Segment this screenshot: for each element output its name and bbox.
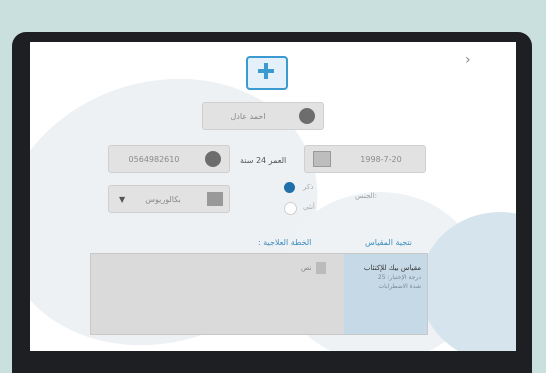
name-value: احمد عادل bbox=[230, 111, 266, 121]
gender-label: الجنس: bbox=[355, 192, 377, 200]
treatment-panel: نص مقياس بيك للإكتئاب درجة الإختبار: 25 … bbox=[90, 253, 428, 335]
medical-folder-icon bbox=[246, 56, 288, 90]
notes-placeholder: نص bbox=[301, 264, 312, 272]
user-icon bbox=[299, 108, 315, 124]
gender-radio-male[interactable] bbox=[284, 182, 295, 193]
birthdate-field[interactable]: 1998-7-20 bbox=[304, 145, 426, 173]
name-field[interactable]: احمد عادل bbox=[202, 102, 324, 130]
education-select[interactable]: بكالوريوس ▼ bbox=[108, 185, 230, 213]
calendar-icon[interactable] bbox=[313, 151, 331, 167]
book-icon bbox=[207, 192, 223, 206]
gender-radio-female[interactable] bbox=[284, 202, 297, 215]
notes-area[interactable]: نص bbox=[301, 262, 326, 274]
birthdate-value: 1998-7-20 bbox=[360, 154, 402, 164]
result-line: شدة الاضطرابات bbox=[378, 283, 421, 290]
result-panel: مقياس بيك للإكتئاب درجة الإختبار: 25 شدة… bbox=[344, 254, 427, 334]
plan-heading: الخطة العلاجية : bbox=[258, 238, 312, 247]
phone-value: 0564982610 bbox=[128, 154, 180, 164]
document-icon bbox=[315, 262, 326, 274]
result-line: مقياس بيك للإكتئاب bbox=[363, 264, 421, 272]
screen: › احمد عادل 0564982610 العمر 24 سنة 1998… bbox=[30, 42, 516, 351]
age-label: العمر 24 سنة bbox=[240, 156, 287, 165]
education-value: بكالوريوس bbox=[145, 194, 181, 204]
gender-option-female-label: أنثى bbox=[303, 203, 315, 211]
result-heading: نتجية المقياس bbox=[365, 238, 412, 247]
phone-icon bbox=[205, 151, 221, 167]
result-line: درجة الإختبار: 25 bbox=[377, 274, 421, 281]
gender-option-male-label: ذكر bbox=[303, 183, 314, 191]
chevron-right-icon[interactable]: › bbox=[465, 52, 471, 68]
dropdown-arrow-icon[interactable]: ▼ bbox=[119, 195, 125, 204]
phone-field[interactable]: 0564982610 bbox=[108, 145, 230, 173]
